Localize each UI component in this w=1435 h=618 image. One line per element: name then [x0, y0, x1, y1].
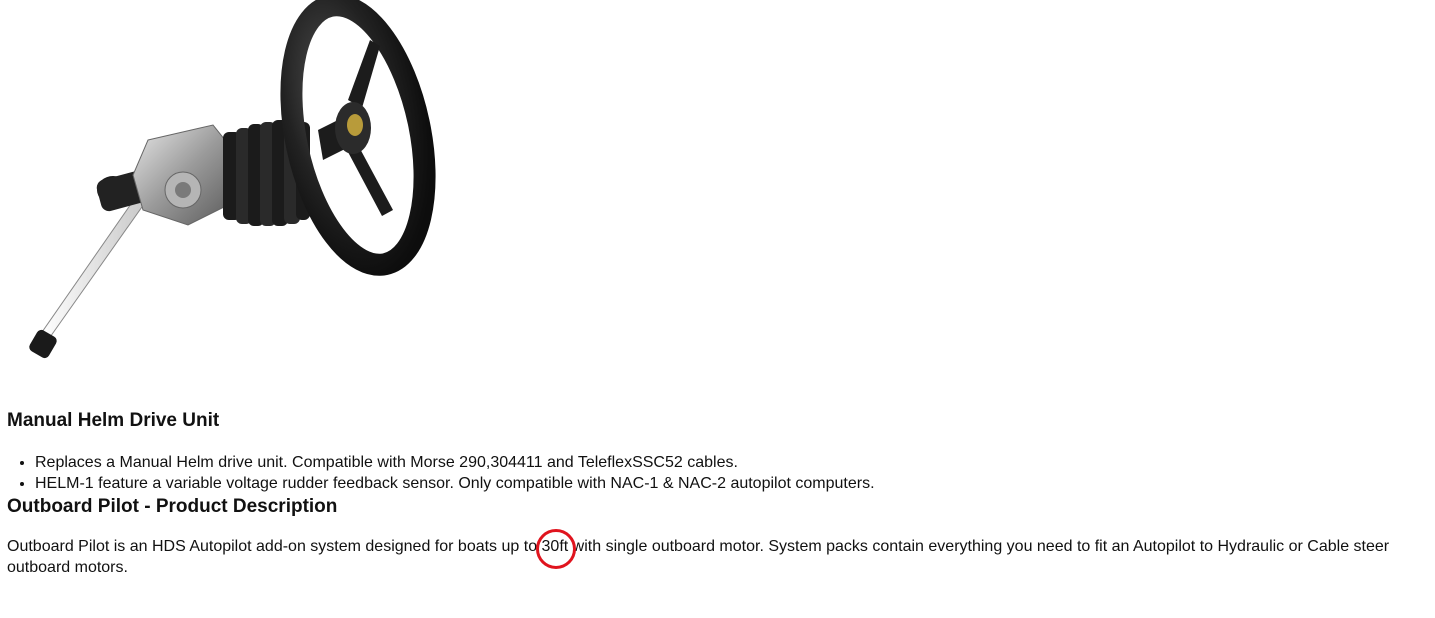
- description-heading: Outboard Pilot - Product Description: [7, 496, 338, 517]
- highlighted-length: 30ft: [535, 529, 576, 569]
- feature-list: Replaces a Manual Helm drive unit. Compa…: [7, 452, 1431, 494]
- description-text: Outboard Pilot is an HDS Autopilot add-o…: [7, 529, 1431, 578]
- feature-item: Replaces a Manual Helm drive unit. Compa…: [35, 452, 1431, 473]
- highlight-text: 30ft: [541, 538, 569, 555]
- product-title: Manual Helm Drive Unit: [7, 410, 220, 431]
- helm-drive-unit-image: [29, 0, 436, 359]
- product-content: Manual Helm Drive Unit Replaces a Manual…: [7, 408, 1431, 578]
- description-text-before: Outboard Pilot is an HDS Autopilot add-o…: [7, 538, 542, 555]
- feature-item: HELM-1 feature a variable voltage rudder…: [35, 473, 1431, 494]
